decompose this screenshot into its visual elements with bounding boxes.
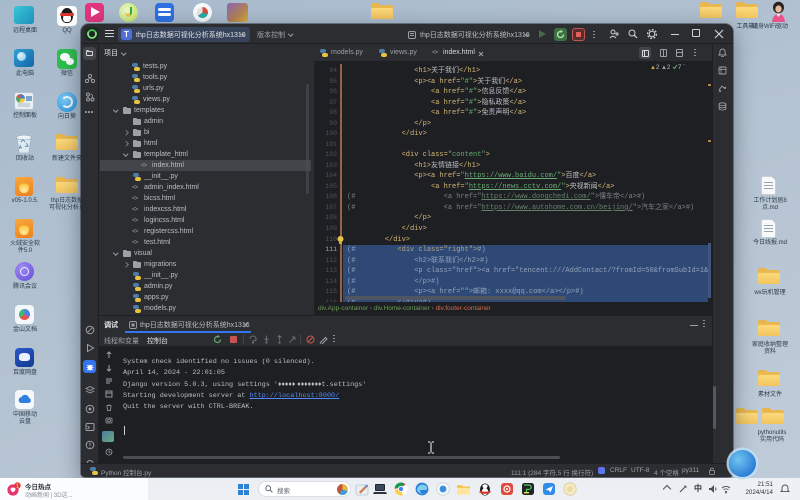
svg-text:1: 1 — [16, 484, 19, 490]
